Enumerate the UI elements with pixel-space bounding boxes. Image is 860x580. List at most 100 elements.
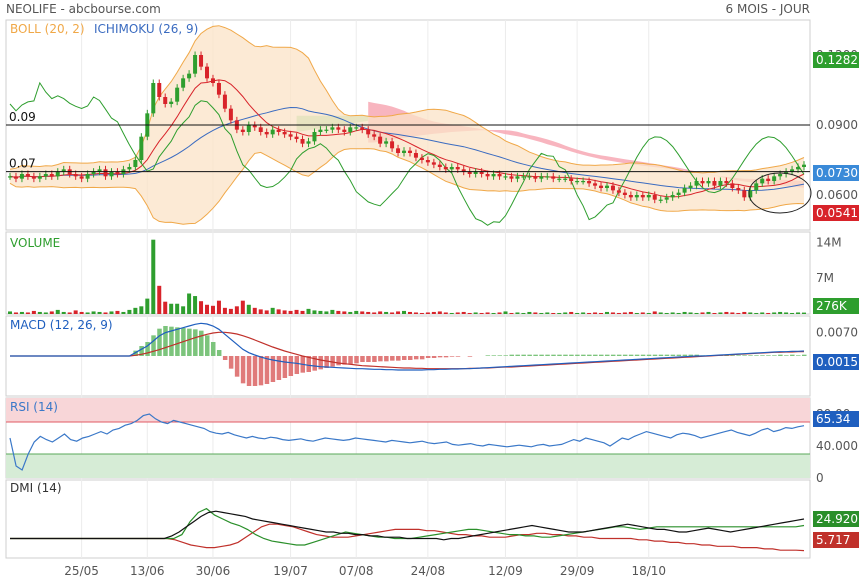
candle-body (300, 139, 305, 144)
volume-bar (587, 312, 592, 314)
volume-bar (282, 310, 287, 314)
macd-hist-bar (599, 354, 604, 356)
macd-hist-bar (425, 356, 431, 358)
macd-hist-bar (503, 355, 509, 356)
volume-bar (384, 311, 389, 314)
candle-body (616, 190, 621, 193)
candle-body (210, 78, 215, 83)
volume-bar (187, 293, 192, 314)
volume-bar (569, 311, 574, 314)
volume-bar (366, 311, 371, 314)
macd-hist-bar (539, 354, 544, 356)
volume-bar (748, 312, 753, 314)
volume-bar (181, 306, 186, 314)
macd-tick-label: 0.0070 (816, 326, 858, 340)
macd-hist-bar (581, 354, 586, 356)
macd-hist-bar (294, 356, 300, 374)
volume-bar (205, 304, 210, 314)
candle-body (276, 129, 281, 132)
candle-body (491, 174, 496, 177)
volume-bar (330, 309, 335, 314)
macd-hist-bar (766, 355, 771, 356)
candle-body (760, 178, 765, 184)
candle-body (802, 164, 806, 167)
volume-bar (336, 310, 341, 314)
x-axis-label: 07/08 (339, 564, 374, 578)
candle-body (503, 176, 508, 178)
candle-body (706, 181, 711, 184)
volume-bar (784, 312, 789, 314)
candle-body (628, 195, 633, 198)
macd-hist-bar (193, 329, 198, 356)
candle-body (551, 176, 556, 179)
volume-bar (634, 312, 639, 314)
macd-hist-bar (748, 355, 753, 356)
macd-hist-bar (222, 356, 228, 360)
candle-body (169, 101, 174, 104)
candle-body (730, 183, 735, 188)
volume-bar (527, 311, 532, 314)
macd-hist-bar (216, 350, 222, 356)
candle-body (246, 125, 251, 132)
panel-frame-dmi (5, 479, 811, 559)
macd-hist-bar (527, 354, 532, 356)
x-axis-label: 30/06 (196, 564, 231, 578)
macd-hist-bar (646, 354, 652, 356)
macd-hist-bar (760, 355, 765, 356)
volume-bar (193, 296, 198, 314)
dmi-panel: DMI (14) 24.920 5.717 (10, 481, 859, 552)
macd-hist-bar (736, 355, 741, 356)
volume-bar (61, 311, 66, 314)
volume-bar (628, 311, 633, 314)
candle-body (240, 129, 245, 132)
candle-body (396, 148, 401, 153)
volume-bar (222, 307, 227, 314)
price-tick-label: 0.0600 (816, 188, 858, 202)
candle-body (437, 164, 442, 167)
volume-bar (258, 309, 263, 314)
candle-body (19, 174, 24, 179)
volume-bar (622, 312, 627, 314)
macd-hist-bar (384, 356, 389, 362)
macd-hist-bar (796, 355, 801, 356)
volume-bar (610, 312, 615, 314)
macd-hist-bar (593, 354, 598, 356)
macd-hist-bar (628, 354, 634, 356)
volume-bar (378, 311, 383, 314)
candle-body (443, 167, 448, 170)
macd-hist-bar (407, 356, 413, 360)
candle-body (407, 150, 412, 153)
candle-body (366, 129, 371, 135)
candle-body (676, 192, 681, 195)
volume-bar (431, 311, 436, 314)
candle-body (37, 176, 42, 179)
volume-bar (157, 285, 162, 314)
x-axis-label: 19/07 (273, 564, 308, 578)
price-high-value: 0.1282 (816, 53, 858, 67)
macd-hist-bar (563, 354, 568, 356)
macd-hist-bar (372, 356, 377, 362)
volume-bar (342, 311, 347, 314)
macd-hist-bar (402, 356, 407, 360)
volume-bar (437, 311, 442, 314)
volume-bar (551, 312, 556, 314)
candle-body (324, 129, 329, 131)
candle-body (575, 181, 580, 183)
volume-bar (402, 310, 407, 314)
macd-hist-bar (569, 354, 574, 356)
volume-bar (318, 310, 323, 314)
candle-body (228, 108, 233, 121)
candle-body (288, 134, 293, 137)
volume-bar (557, 312, 562, 314)
candle-body (402, 150, 407, 153)
candle-body (712, 181, 717, 186)
macd-hist-bar (348, 356, 353, 364)
macd-hist-bar (419, 356, 425, 360)
candle-body (563, 178, 568, 180)
x-axis-label: 18/10 (631, 564, 666, 578)
candle-body (742, 190, 747, 198)
macd-hist-bar (366, 356, 371, 362)
candle-body (378, 136, 383, 144)
macd-hist-bar (455, 356, 461, 357)
candle-body (193, 55, 198, 74)
